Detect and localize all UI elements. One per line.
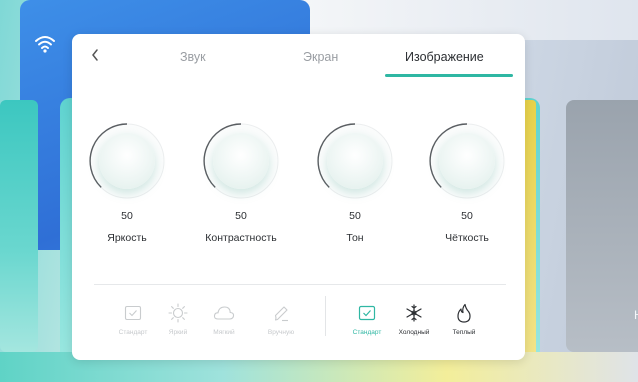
background-card-text: Н <box>634 308 638 322</box>
active-tab-indicator <box>385 74 513 77</box>
hue-control: 50 Тон <box>310 122 400 244</box>
checkbox-icon <box>108 302 158 324</box>
color-temp-label: Стандарт <box>352 329 382 336</box>
tab-image[interactable]: Изображение <box>405 50 484 64</box>
picture-mode-label: Стандарт <box>118 329 148 336</box>
contrast-label: Контрастность <box>205 232 277 244</box>
cloud-icon <box>199 302 249 324</box>
sharpness-label: Чёткость <box>445 232 489 244</box>
checkbox-icon <box>342 302 392 324</box>
background-right-card: Н <box>566 100 638 352</box>
sun-icon <box>153 302 203 324</box>
color-temp-standard[interactable]: Стандарт <box>342 302 392 336</box>
contrast-value: 50 <box>235 210 247 222</box>
sharpness-knob[interactable] <box>428 122 506 200</box>
brightness-control: 50 Яркость <box>82 122 172 244</box>
picture-mode-standard[interactable]: Стандарт <box>108 302 158 336</box>
color-temp-warm[interactable]: Теплый <box>439 302 489 336</box>
mode-group-divider <box>325 296 326 336</box>
contrast-knob[interactable] <box>202 122 280 200</box>
color-temp-label: Теплый <box>452 329 476 336</box>
picture-mode-label: Мягкий <box>213 329 235 336</box>
contrast-control: 50 Контрастность <box>196 122 286 244</box>
hue-knob[interactable] <box>316 122 394 200</box>
snowflake-icon <box>389 302 439 324</box>
background-left-card <box>0 100 38 352</box>
pen-icon <box>256 302 306 324</box>
brightness-knob[interactable] <box>88 122 166 200</box>
divider <box>94 284 506 285</box>
flame-icon <box>439 302 489 324</box>
image-settings-panel: Звук Экран Изображение 50 Яркость 50 Кон… <box>72 34 525 360</box>
hue-value: 50 <box>349 210 361 222</box>
picture-mode-vivid[interactable]: Яркий <box>153 302 203 336</box>
back-button[interactable] <box>88 48 102 68</box>
picture-mode-manual[interactable]: Вручную <box>256 302 306 336</box>
tab-screen[interactable]: Экран <box>303 50 338 64</box>
sharpness-value: 50 <box>461 210 473 222</box>
color-temp-cool[interactable]: Холодный <box>389 302 439 336</box>
brightness-label: Яркость <box>107 232 147 244</box>
sharpness-control: 50 Чёткость <box>422 122 512 244</box>
picture-mode-label: Вручную <box>267 329 295 336</box>
picture-mode-label: Яркий <box>168 329 188 336</box>
tab-sound[interactable]: Звук <box>180 50 206 64</box>
picture-mode-soft[interactable]: Мягкий <box>199 302 249 336</box>
brightness-value: 50 <box>121 210 133 222</box>
chevron-left-icon <box>92 49 98 61</box>
color-temp-label: Холодный <box>398 329 430 336</box>
hue-label: Тон <box>346 232 364 244</box>
wifi-icon <box>34 35 56 53</box>
